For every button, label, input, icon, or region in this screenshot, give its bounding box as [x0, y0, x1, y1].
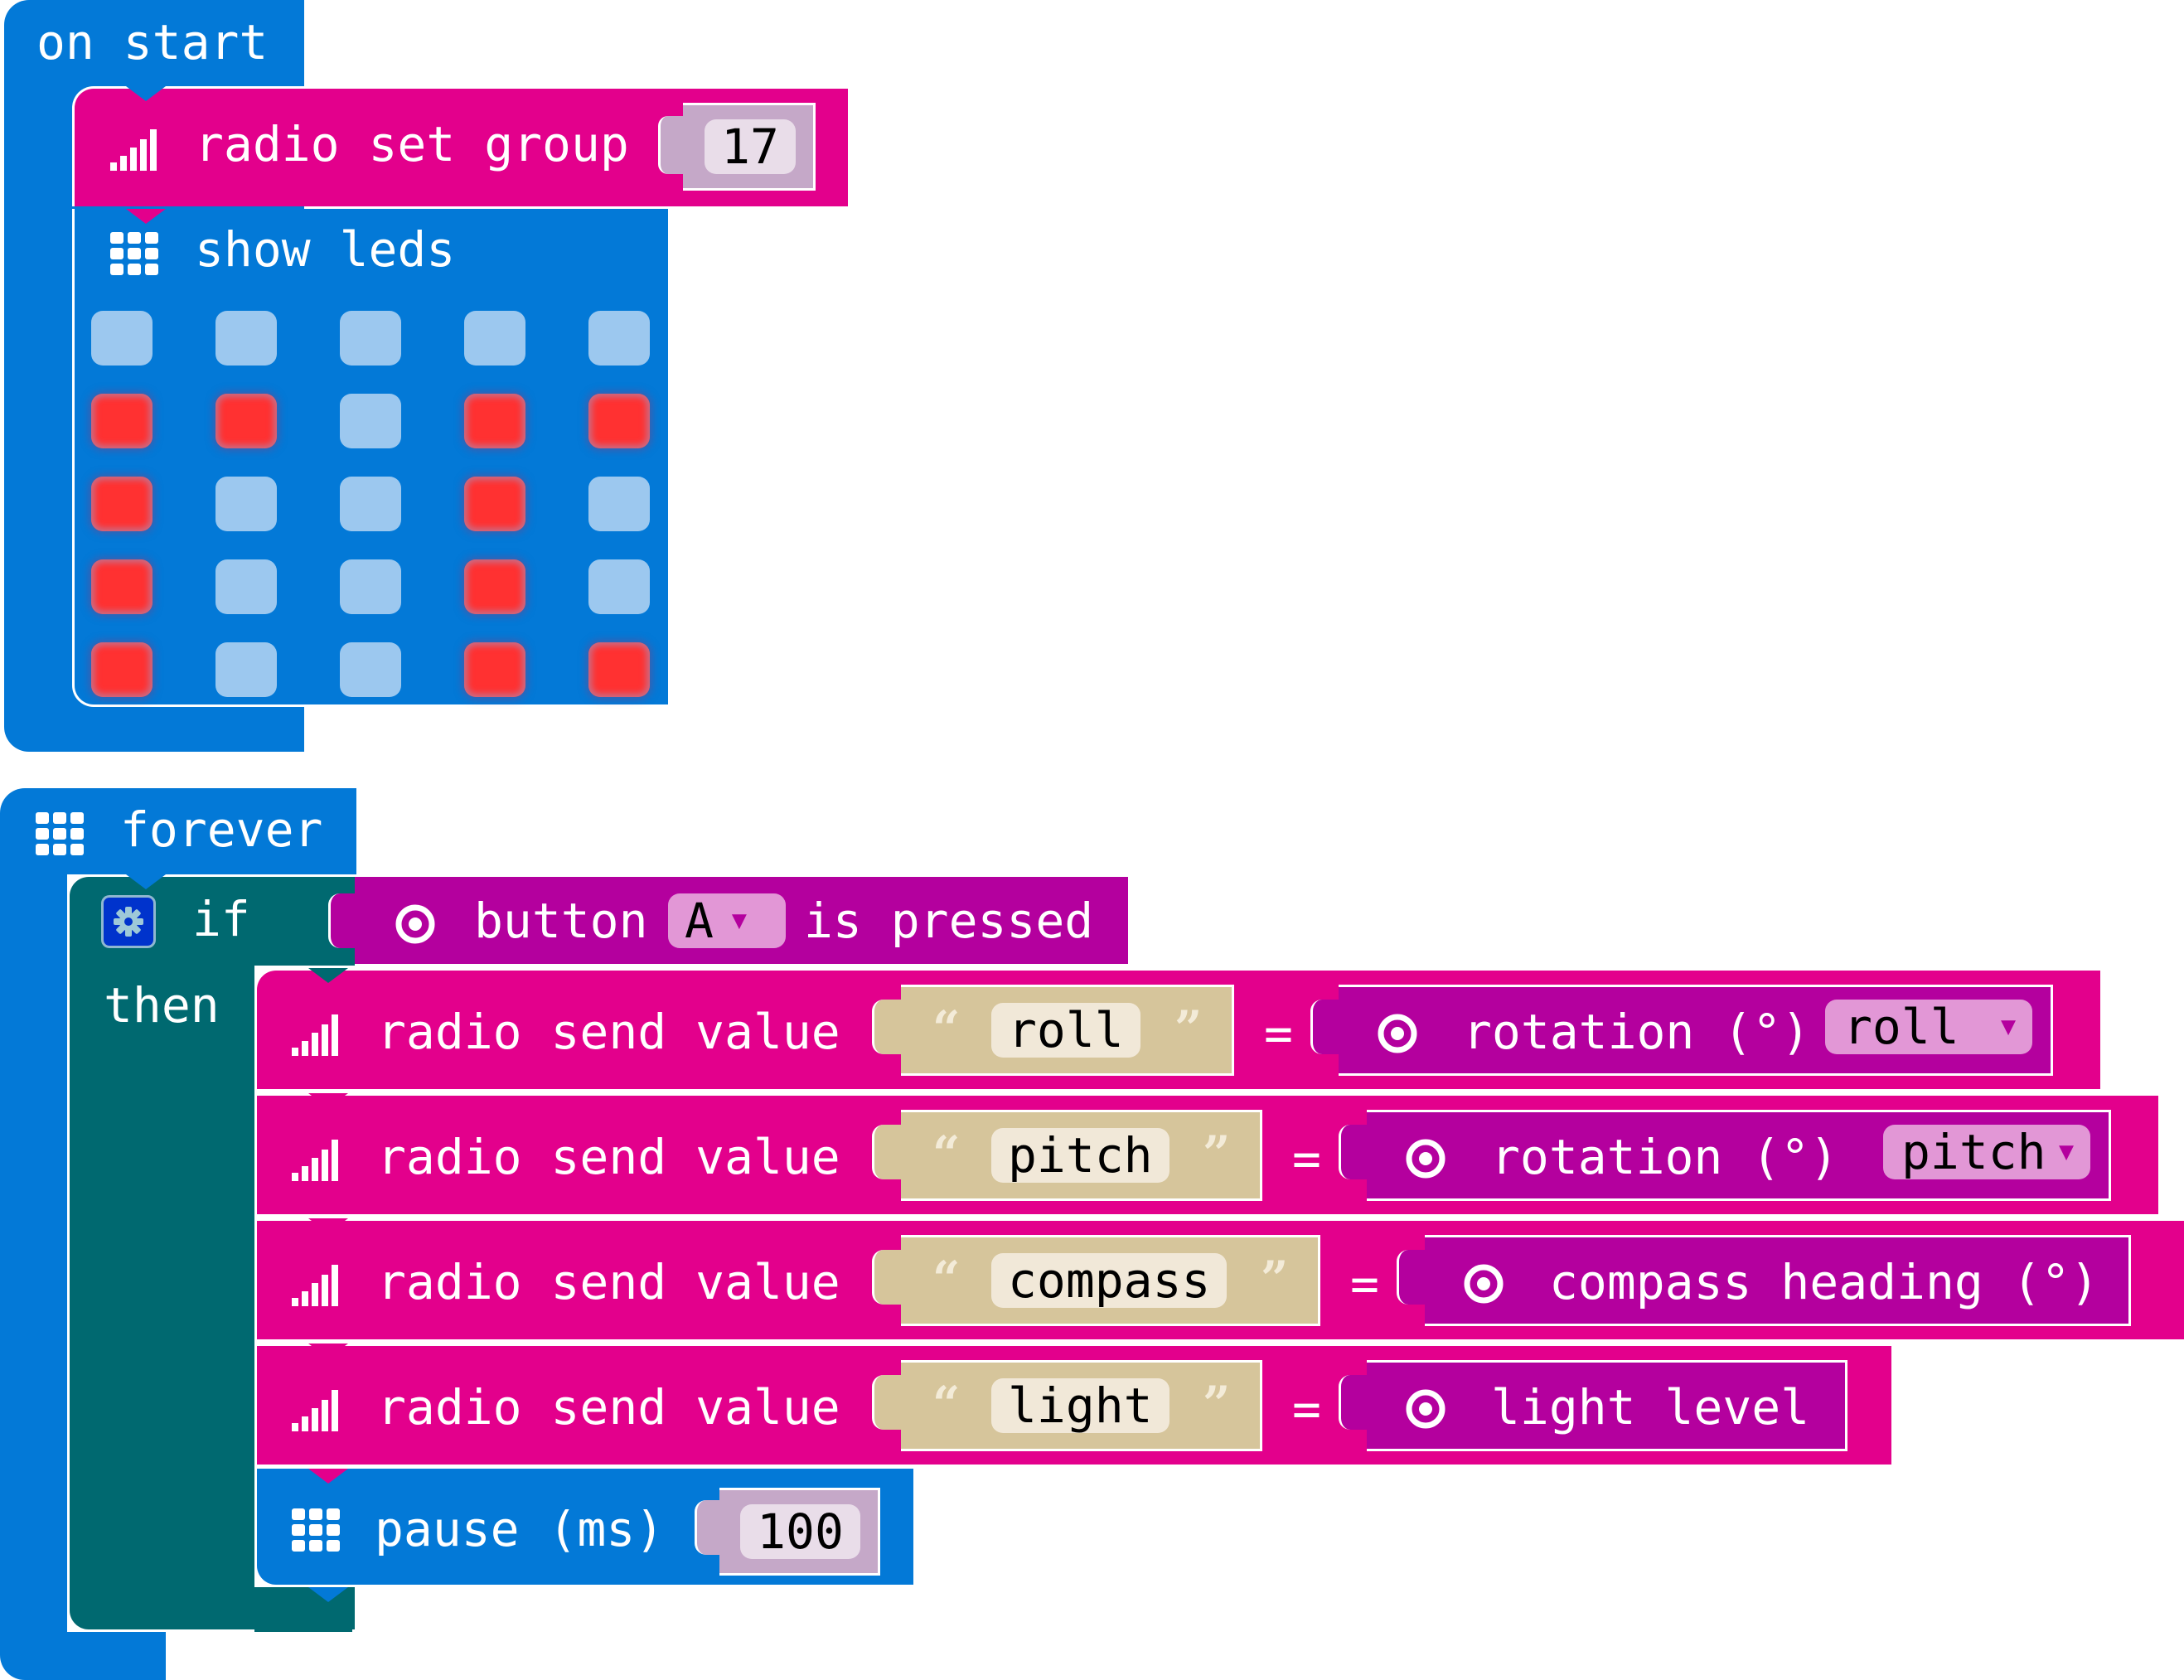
target-icon	[1405, 1388, 1446, 1430]
close-quote-icon: ”	[1261, 1251, 1289, 1307]
forever-label: forever	[120, 801, 323, 858]
dropdown-arrow-icon: ▼	[2000, 1012, 2016, 1041]
led-cell[interactable]	[588, 394, 650, 448]
name-text-field[interactable]: roll	[991, 1003, 1140, 1058]
equals-label: =	[1292, 1130, 1321, 1187]
led-cell[interactable]	[340, 642, 401, 697]
sensor-value-label: rotation (°)	[1463, 1004, 1811, 1060]
close-quote-icon: ”	[1174, 1000, 1203, 1057]
led-cell[interactable]	[340, 559, 401, 614]
open-quote-icon: “	[932, 1376, 961, 1432]
sensor-value-label: rotation (°)	[1491, 1129, 1839, 1185]
led-grid-icon	[110, 232, 158, 275]
target-icon	[1405, 1138, 1446, 1179]
equals-label: =	[1350, 1256, 1379, 1312]
radio-send-value-label: radio send value	[377, 1379, 840, 1436]
axis-dropdown-value: roll	[1843, 999, 1959, 1055]
button-label: button	[474, 893, 648, 949]
equals-label: =	[1292, 1381, 1321, 1437]
radio-send-value-label: radio send value	[377, 1129, 840, 1185]
button-dropdown[interactable]: A ▼	[668, 893, 786, 948]
led-cell[interactable]	[340, 477, 401, 531]
pause-label: pause (ms)	[375, 1501, 665, 1557]
close-quote-icon: ”	[1203, 1376, 1231, 1432]
show-leds-label: show leds	[195, 221, 456, 278]
led-cell[interactable]	[215, 477, 277, 531]
led-grid-icon	[36, 812, 84, 855]
block-notch	[126, 874, 166, 889]
radio-send-value-label: radio send value	[377, 1254, 840, 1310]
target-icon	[1377, 1013, 1418, 1054]
sensor-value-label: compass heading (°)	[1549, 1254, 2099, 1310]
sensor-value-label: light level	[1491, 1379, 1810, 1436]
open-quote-icon: “	[932, 1000, 961, 1057]
dropdown-arrow-icon: ▼	[731, 906, 747, 935]
block-notch	[308, 1344, 348, 1358]
signal-bars-icon	[292, 1014, 340, 1056]
on-start-label: on start	[36, 14, 269, 70]
led-cell[interactable]	[215, 394, 277, 448]
led-cell[interactable]	[91, 642, 153, 697]
block-notch	[126, 86, 166, 101]
name-text-field[interactable]: compass	[991, 1253, 1228, 1308]
block-notch	[308, 1587, 348, 1602]
button-dropdown-value: A	[685, 893, 714, 949]
if-label: if	[192, 891, 250, 947]
led-cell[interactable]	[91, 477, 153, 531]
radio-send-value-label: radio send value	[377, 1004, 840, 1060]
led-cell[interactable]	[464, 394, 525, 448]
block-notch	[126, 209, 166, 224]
led-cell[interactable]	[215, 559, 277, 614]
led-cell[interactable]	[464, 559, 525, 614]
signal-bars-icon	[110, 129, 158, 171]
close-quote-icon: ”	[1203, 1126, 1231, 1182]
axis-dropdown[interactable]: roll ▼	[1825, 1000, 2032, 1054]
led-cell[interactable]	[464, 642, 525, 697]
open-quote-icon: “	[932, 1126, 961, 1182]
equals-label: =	[1264, 1005, 1293, 1062]
radio-set-group-label: radio set group	[195, 116, 629, 172]
block-notch	[308, 1469, 348, 1484]
gear-icon[interactable]	[101, 895, 156, 948]
led-cell[interactable]	[340, 394, 401, 448]
led-cell[interactable]	[91, 559, 153, 614]
then-label: then	[104, 977, 220, 1034]
led-cell[interactable]	[340, 311, 401, 366]
block-notch	[308, 1093, 348, 1108]
signal-bars-icon	[292, 1265, 340, 1306]
axis-dropdown[interactable]: pitch ▼	[1883, 1125, 2090, 1179]
block-notch	[308, 968, 348, 983]
radio-group-field[interactable]: 17	[705, 119, 796, 174]
signal-bars-icon	[292, 1390, 340, 1431]
signal-bars-icon	[292, 1140, 340, 1181]
led-cell[interactable]	[588, 477, 650, 531]
name-text-field[interactable]: light	[991, 1378, 1169, 1433]
led-cell[interactable]	[91, 394, 153, 448]
led-cell[interactable]	[588, 559, 650, 614]
led-cell[interactable]	[215, 311, 277, 366]
is-pressed-label: is pressed	[804, 893, 1094, 949]
name-text-field[interactable]: pitch	[991, 1128, 1169, 1183]
target-icon	[1463, 1263, 1504, 1305]
led-grid-icon	[292, 1508, 340, 1552]
led-cell[interactable]	[464, 477, 525, 531]
led-cell[interactable]	[588, 642, 650, 697]
open-quote-icon: “	[932, 1251, 961, 1307]
led-cell[interactable]	[215, 642, 277, 697]
led-cell[interactable]	[588, 311, 650, 366]
axis-dropdown-value: pitch	[1901, 1124, 2046, 1180]
led-cell[interactable]	[464, 311, 525, 366]
target-icon	[395, 903, 436, 945]
block-notch	[308, 1218, 348, 1233]
pause-ms-field[interactable]: 100	[740, 1504, 860, 1559]
led-matrix	[91, 311, 655, 700]
led-cell[interactable]	[91, 311, 153, 366]
dropdown-arrow-icon: ▼	[2058, 1137, 2074, 1166]
